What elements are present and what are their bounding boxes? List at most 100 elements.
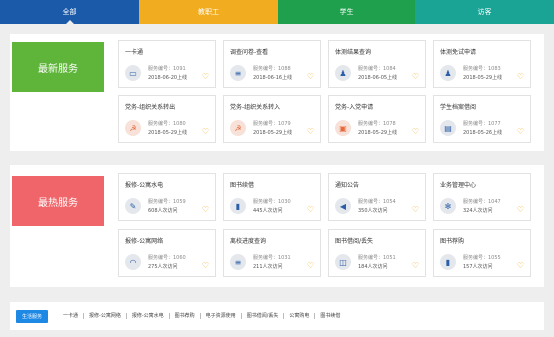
party-doc-icon: ▣ — [335, 120, 351, 136]
card-title: 一卡通 — [125, 49, 144, 56]
card-title: 业务管理中心 — [440, 182, 477, 189]
favorite-heart-icon[interactable]: ♡ — [307, 128, 314, 136]
card-service-number: 服务编号：1084 — [358, 66, 396, 72]
favorite-heart-icon[interactable]: ♡ — [412, 128, 419, 136]
quick-link-dorm-electricity[interactable]: 公寓购电 — [284, 313, 316, 319]
service-card-business-center[interactable]: 业务管理中心 ✻ 服务编号：1047 324人次访问 ♡ — [433, 173, 531, 221]
favorite-heart-icon[interactable]: ♡ — [517, 262, 524, 270]
quick-link-e-resources[interactable]: 电子资源使用 — [201, 313, 242, 319]
card-visit-count: 445人次访问 — [253, 208, 283, 214]
favorite-heart-icon[interactable]: ♡ — [307, 73, 314, 81]
card-online-date: 2018-05-29上线 — [358, 130, 398, 136]
favorite-heart-icon[interactable]: ♡ — [517, 128, 524, 136]
service-card-survey[interactable]: 调查问卷-查看 ≡ 服务编号：1088 2018-06-16上线 ♡ — [223, 40, 321, 88]
service-card-fitness-exempt[interactable]: 体测免试申请 ♟ 服务编号：1083 2018-05-29上线 ♡ — [433, 40, 531, 88]
card-title: 党务-入党申请 — [335, 104, 374, 111]
card-online-date: 2018-05-29上线 — [148, 130, 188, 136]
card-visit-count: 275人次访问 — [148, 264, 178, 270]
service-card-leave-progress[interactable]: 离校进度查询 ≡ 服务编号：1031 211人次访问 ♡ — [223, 229, 321, 277]
card-online-date: 2018-06-20上线 — [148, 75, 188, 81]
tab-all[interactable]: 全部 — [0, 0, 139, 25]
gear-icon: ✻ — [440, 198, 456, 214]
newest-services-label: 最新服务 — [12, 42, 104, 92]
card-visit-count: 184人次访问 — [358, 264, 388, 270]
tab-all-label: 全部 — [62, 8, 77, 16]
favorite-heart-icon[interactable]: ♡ — [202, 128, 209, 136]
tab-staff[interactable]: 教职工 — [139, 0, 278, 24]
card-service-number: 服务编号：1051 — [358, 255, 396, 261]
card-service-number: 服务编号：1077 — [463, 121, 501, 127]
quick-link-repair-utilities[interactable]: 报修-公寓水电 — [127, 313, 170, 319]
service-card-yikatong[interactable]: 一卡通 ▭ 服务编号：1091 2018-06-20上线 ♡ — [118, 40, 216, 88]
card-service-number: 服务编号：1047 — [463, 199, 501, 205]
card-service-number: 服务编号：1080 — [148, 121, 186, 127]
favorite-heart-icon[interactable]: ♡ — [412, 262, 419, 270]
service-card-book-renew[interactable]: 图书续借 ▮ 服务编号：1030 445人次访问 ♡ — [223, 173, 321, 221]
open-book-icon: ◫ — [335, 254, 351, 270]
card-title: 报修-公寓水电 — [125, 182, 164, 189]
life-services-bar: 生活服务 一卡通 报修-公寓网络 报修-公寓水电 图书荐购 电子资源使用 图书借… — [10, 302, 544, 330]
life-services-badge[interactable]: 生活服务 — [16, 309, 49, 323]
service-card-party-application[interactable]: 党务-入党申请 ▣ 服务编号：1078 2018-05-29上线 ♡ — [328, 95, 426, 143]
favorite-heart-icon[interactable]: ♡ — [412, 206, 419, 214]
megaphone-icon: ◀ — [335, 198, 351, 214]
card-service-number: 服务编号：1054 — [358, 199, 396, 205]
list-icon: ≡ — [230, 254, 246, 270]
card-service-number: 服务编号：1088 — [253, 66, 291, 72]
person-icon: ♟ — [440, 65, 456, 81]
quick-link-book-renew[interactable]: 图书续借 — [315, 313, 345, 319]
service-card-repair-utilities[interactable]: 报修-公寓水电 ✎ 服务编号：1059 608人次访问 ♡ — [118, 173, 216, 221]
tab-staff-label: 教职工 — [198, 8, 219, 16]
card-online-date: 2018-05-29上线 — [463, 75, 503, 81]
card-service-number: 服务编号：1091 — [148, 66, 186, 72]
tab-student[interactable]: 学生 — [278, 0, 415, 24]
card-title: 通知公告 — [335, 182, 360, 189]
quick-link-yikatong[interactable]: 一卡通 — [58, 313, 85, 319]
card-visit-count: 324人次访问 — [463, 208, 493, 214]
id-card-icon: ▤ — [440, 120, 456, 136]
favorite-heart-icon[interactable]: ♡ — [307, 206, 314, 214]
quick-link-book-recommend[interactable]: 图书荐购 — [170, 313, 201, 319]
card-title: 离校进度查询 — [230, 238, 267, 245]
card-title: 党务-组织关系转出 — [125, 104, 176, 111]
card-title: 体测结果查询 — [335, 49, 372, 56]
service-card-book-borrow-lost[interactable]: 图书借阅/丢失 ◫ 服务编号：1051 184人次访问 ♡ — [328, 229, 426, 277]
service-card-book-recommend[interactable]: 图书荐购 ▮ 服务编号：1055 157人次访问 ♡ — [433, 229, 531, 277]
book-icon: ▮ — [230, 198, 246, 214]
card-title: 图书续借 — [230, 182, 255, 189]
quick-link-repair-network[interactable]: 报修-公寓网络 — [84, 313, 127, 319]
card-title: 学生档案借阅 — [440, 104, 477, 111]
card-visit-count: 350人次访问 — [358, 208, 388, 214]
card-icon: ▭ — [125, 65, 141, 81]
card-online-date: 2018-05-29上线 — [253, 130, 293, 136]
card-title: 图书荐购 — [440, 238, 465, 245]
favorite-heart-icon[interactable]: ♡ — [202, 206, 209, 214]
service-card-party-transfer-in[interactable]: 党务-组织关系转入 ☭ 服务编号：1079 2018-05-29上线 ♡ — [223, 95, 321, 143]
book-icon: ▮ — [440, 254, 456, 270]
tab-visitor-label: 访客 — [477, 8, 492, 16]
favorite-heart-icon[interactable]: ♡ — [202, 73, 209, 81]
favorite-heart-icon[interactable]: ♡ — [412, 73, 419, 81]
card-online-date: 2018-05-26上线 — [463, 130, 503, 136]
card-service-number: 服务编号：1060 — [148, 255, 186, 261]
audience-tabs: 全部 教职工 学生 访客 — [0, 0, 554, 25]
card-service-number: 服务编号：1055 — [463, 255, 501, 261]
service-card-student-archive[interactable]: 学生档案借阅 ▤ 服务编号：1077 2018-05-26上线 ♡ — [433, 95, 531, 143]
card-service-number: 服务编号：1059 — [148, 199, 186, 205]
favorite-heart-icon[interactable]: ♡ — [517, 73, 524, 81]
quick-link-book-borrow-lost[interactable]: 图书借阅/丢失 — [242, 313, 285, 319]
wifi-icon: ◠ — [125, 254, 141, 270]
service-card-fitness-result[interactable]: 体测结果查询 ♟ 服务编号：1084 2018-06-05上线 ♡ — [328, 40, 426, 88]
favorite-heart-icon[interactable]: ♡ — [517, 206, 524, 214]
tab-visitor[interactable]: 访客 — [415, 0, 554, 24]
service-card-party-transfer-out[interactable]: 党务-组织关系转出 ☭ 服务编号：1080 2018-05-29上线 ♡ — [118, 95, 216, 143]
newest-services-panel: 最新服务 一卡通 ▭ 服务编号：1091 2018-06-20上线 ♡ 调查问卷… — [10, 34, 544, 151]
card-service-number: 服务编号：1078 — [358, 121, 396, 127]
list-icon: ≡ — [230, 65, 246, 81]
service-card-notices[interactable]: 通知公告 ◀ 服务编号：1054 350人次访问 ♡ — [328, 173, 426, 221]
card-title: 体测免试申请 — [440, 49, 477, 56]
favorite-heart-icon[interactable]: ♡ — [202, 262, 209, 270]
service-card-repair-network[interactable]: 报修-公寓网络 ◠ 服务编号：1060 275人次访问 ♡ — [118, 229, 216, 277]
favorite-heart-icon[interactable]: ♡ — [307, 262, 314, 270]
person-icon: ♟ — [335, 65, 351, 81]
